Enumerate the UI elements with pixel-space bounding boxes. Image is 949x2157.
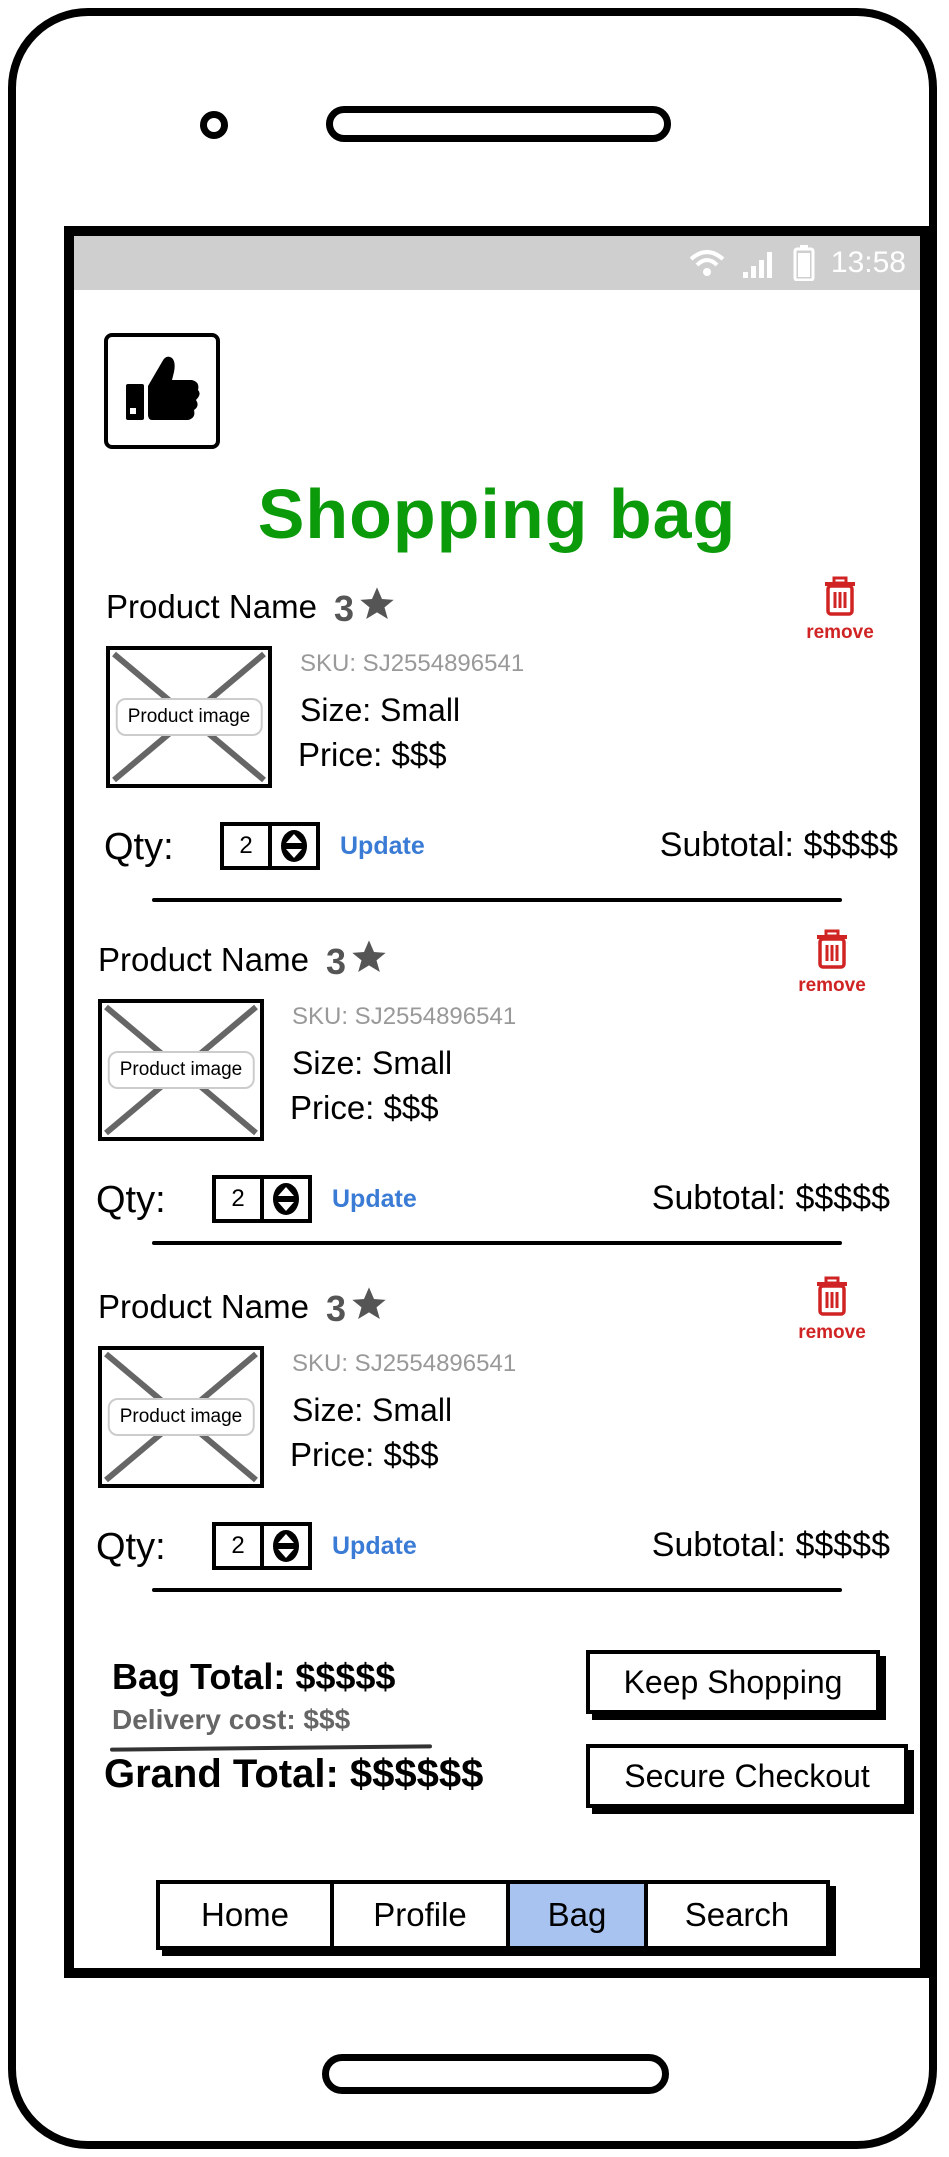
trash-icon	[814, 1276, 850, 1321]
rating-value: 3	[326, 940, 347, 982]
product-image[interactable]: Product image	[98, 999, 264, 1141]
product-rating: 3	[326, 1284, 390, 1333]
product-price: Price: $$$	[298, 736, 447, 773]
trash-icon	[822, 576, 858, 621]
remove-label: remove	[806, 622, 874, 643]
nav-tab-profile[interactable]: Profile	[334, 1884, 510, 1946]
product-image[interactable]: Product image	[106, 646, 272, 788]
rating-value: 3	[334, 587, 355, 629]
remove-button[interactable]: remove	[800, 576, 880, 644]
quantity-value[interactable]: 2	[224, 826, 268, 866]
speaker	[326, 106, 671, 142]
thumbs-up-icon	[122, 354, 202, 429]
wifi-icon	[689, 249, 725, 277]
trash-icon	[814, 929, 850, 974]
update-button[interactable]: Update	[332, 1532, 417, 1561]
cart-item: Product Name 3 remove Product image SKU:…	[74, 1276, 920, 1628]
grand-total: Grand Total: $$$$$$	[104, 1752, 484, 1796]
remove-button[interactable]: remove	[792, 929, 872, 997]
image-placeholder-label: Product image	[107, 1398, 255, 1436]
product-size: Size: Small	[300, 692, 461, 728]
item-subtotal: Subtotal: $$$$$	[651, 1526, 890, 1564]
delivery-cost: Delivery cost: $$$	[112, 1704, 351, 1735]
cart-item: Product Name 3 remove Product image SKU:…	[74, 576, 920, 928]
star-icon	[356, 584, 398, 633]
phone-frame: 13:58 Shopping bag Product Name 3 remove…	[8, 8, 937, 2149]
nav-tab-bag[interactable]: Bag	[510, 1884, 648, 1946]
nav-tab-home[interactable]: Home	[160, 1884, 334, 1946]
image-placeholder-label: Product image	[107, 1051, 255, 1089]
image-placeholder-label: Product image	[115, 698, 263, 736]
star-icon	[348, 1284, 390, 1333]
product-sku: SKU: SJ2554896541	[292, 1350, 517, 1377]
up-down-arrows-icon[interactable]	[268, 826, 316, 866]
status-time: 13:58	[830, 246, 906, 279]
product-size: Size: Small	[292, 1045, 453, 1081]
product-name[interactable]: Product Name	[106, 588, 317, 626]
bag-total: Bag Total: $$$$$	[112, 1656, 396, 1697]
product-size: Size: Small	[292, 1392, 453, 1428]
screen: 13:58 Shopping bag Product Name 3 remove…	[64, 226, 930, 1978]
quantity-value[interactable]: 2	[216, 1179, 260, 1219]
item-subtotal: Subtotal: $$$$$	[651, 1179, 890, 1217]
delivery-underline	[109, 1744, 433, 1752]
product-name[interactable]: Product Name	[98, 1288, 309, 1326]
product-name[interactable]: Product Name	[98, 941, 309, 979]
quantity-stepper[interactable]: 2	[212, 1175, 312, 1223]
bottom-nav: Home Profile Bag Search	[156, 1880, 830, 1950]
product-image[interactable]: Product image	[98, 1346, 264, 1488]
qty-label: Qty:	[96, 1526, 166, 1568]
secure-checkout-button[interactable]: Secure Checkout	[586, 1744, 908, 1808]
quantity-value[interactable]: 2	[216, 1526, 260, 1566]
product-rating: 3	[326, 937, 390, 986]
cart-item: Product Name 3 remove Product image SKU:…	[74, 929, 920, 1281]
item-divider	[152, 1241, 842, 1245]
page-title: Shopping bag	[257, 475, 737, 553]
signal-icon	[741, 248, 777, 278]
home-button[interactable]	[322, 2054, 669, 2094]
product-sku: SKU: SJ2554896541	[292, 1003, 517, 1030]
app-logo[interactable]	[104, 333, 220, 449]
item-divider	[152, 898, 842, 902]
remove-label: remove	[798, 1322, 866, 1343]
update-button[interactable]: Update	[340, 832, 425, 861]
qty-label: Qty:	[96, 1179, 166, 1221]
product-price: Price: $$$	[290, 1436, 439, 1473]
product-rating: 3	[334, 584, 398, 633]
star-icon	[348, 937, 390, 986]
product-sku: SKU: SJ2554896541	[300, 650, 525, 677]
qty-label: Qty:	[104, 826, 174, 868]
quantity-stepper[interactable]: 2	[220, 822, 320, 870]
nav-tab-search[interactable]: Search	[648, 1884, 826, 1946]
up-down-arrows-icon[interactable]	[260, 1179, 308, 1219]
remove-button[interactable]: remove	[792, 1276, 872, 1344]
remove-label: remove	[798, 975, 866, 996]
quantity-stepper[interactable]: 2	[212, 1522, 312, 1570]
update-button[interactable]: Update	[332, 1185, 417, 1214]
rating-value: 3	[326, 1287, 347, 1329]
camera	[200, 111, 228, 139]
keep-shopping-button[interactable]: Keep Shopping	[586, 1650, 880, 1714]
status-bar: 13:58	[74, 236, 920, 290]
product-price: Price: $$$	[290, 1089, 439, 1126]
battery-icon	[793, 245, 815, 281]
item-subtotal: Subtotal: $$$$$	[659, 826, 898, 864]
item-divider	[152, 1588, 842, 1592]
order-summary: Bag Total: $$$$$ Delivery cost: $$$ Gran…	[74, 1650, 920, 1856]
up-down-arrows-icon[interactable]	[260, 1526, 308, 1566]
